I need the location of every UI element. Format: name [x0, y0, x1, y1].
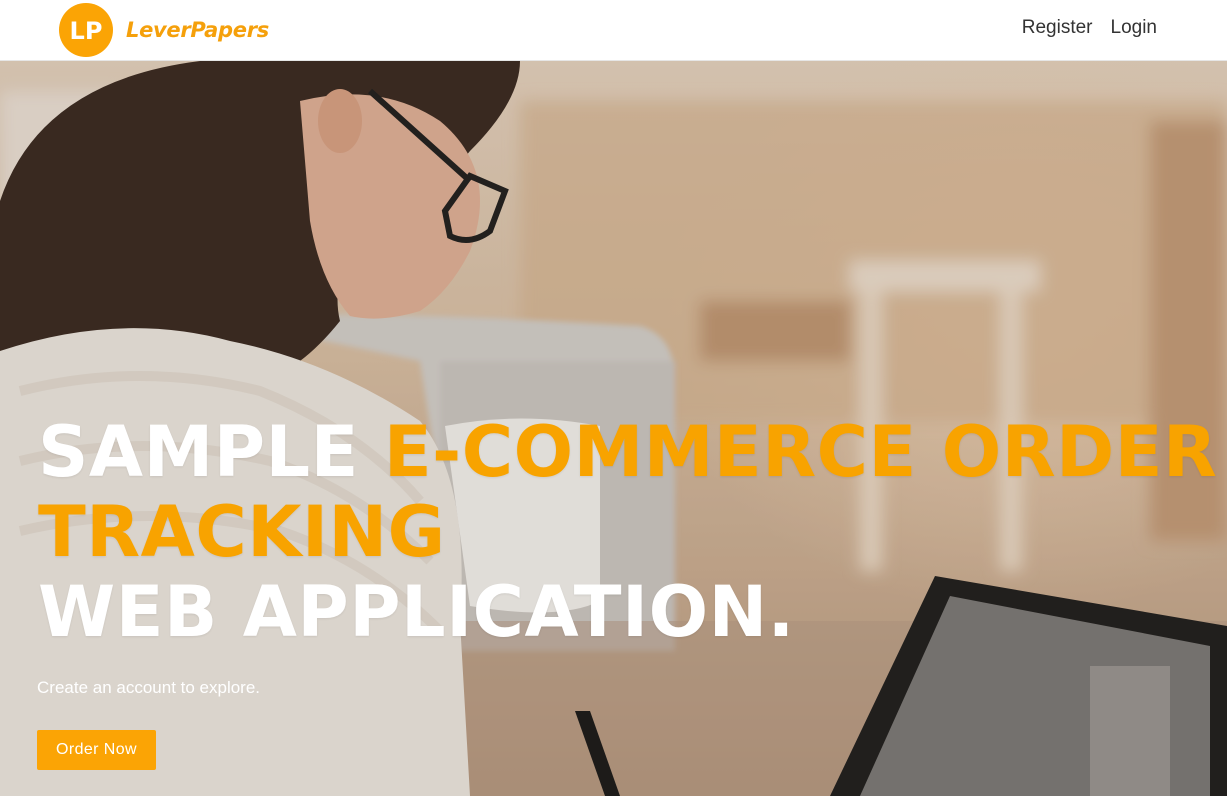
hero-banner: SAMPLE E-COMMERCE ORDER TRACKING WEB APP… — [0, 61, 1227, 796]
hero-headline: SAMPLE E-COMMERCE ORDER TRACKING WEB APP… — [38, 412, 1217, 652]
login-link[interactable]: Login — [1111, 17, 1158, 39]
brand-logo-link[interactable]: LP LeverPapers — [59, 3, 269, 57]
headline-accent-2: TRACKING — [38, 491, 446, 573]
brand-name: LeverPapers — [126, 18, 269, 42]
register-link[interactable]: Register — [1022, 17, 1093, 39]
order-now-button[interactable]: Order Now — [37, 730, 156, 770]
svg-text:LP: LP — [70, 17, 103, 45]
hero-subtitle: Create an account to explore. — [37, 678, 261, 697]
headline-accent-1: E-COMMERCE ORDER — [383, 411, 1218, 493]
headline-part4: WEB APPLICATION. — [38, 571, 795, 653]
top-navbar: LP LeverPapers Register Login — [0, 0, 1227, 61]
nav-links: Register Login — [1022, 17, 1157, 39]
headline-part1: SAMPLE — [38, 411, 384, 493]
logo-icon: LP — [59, 3, 113, 57]
